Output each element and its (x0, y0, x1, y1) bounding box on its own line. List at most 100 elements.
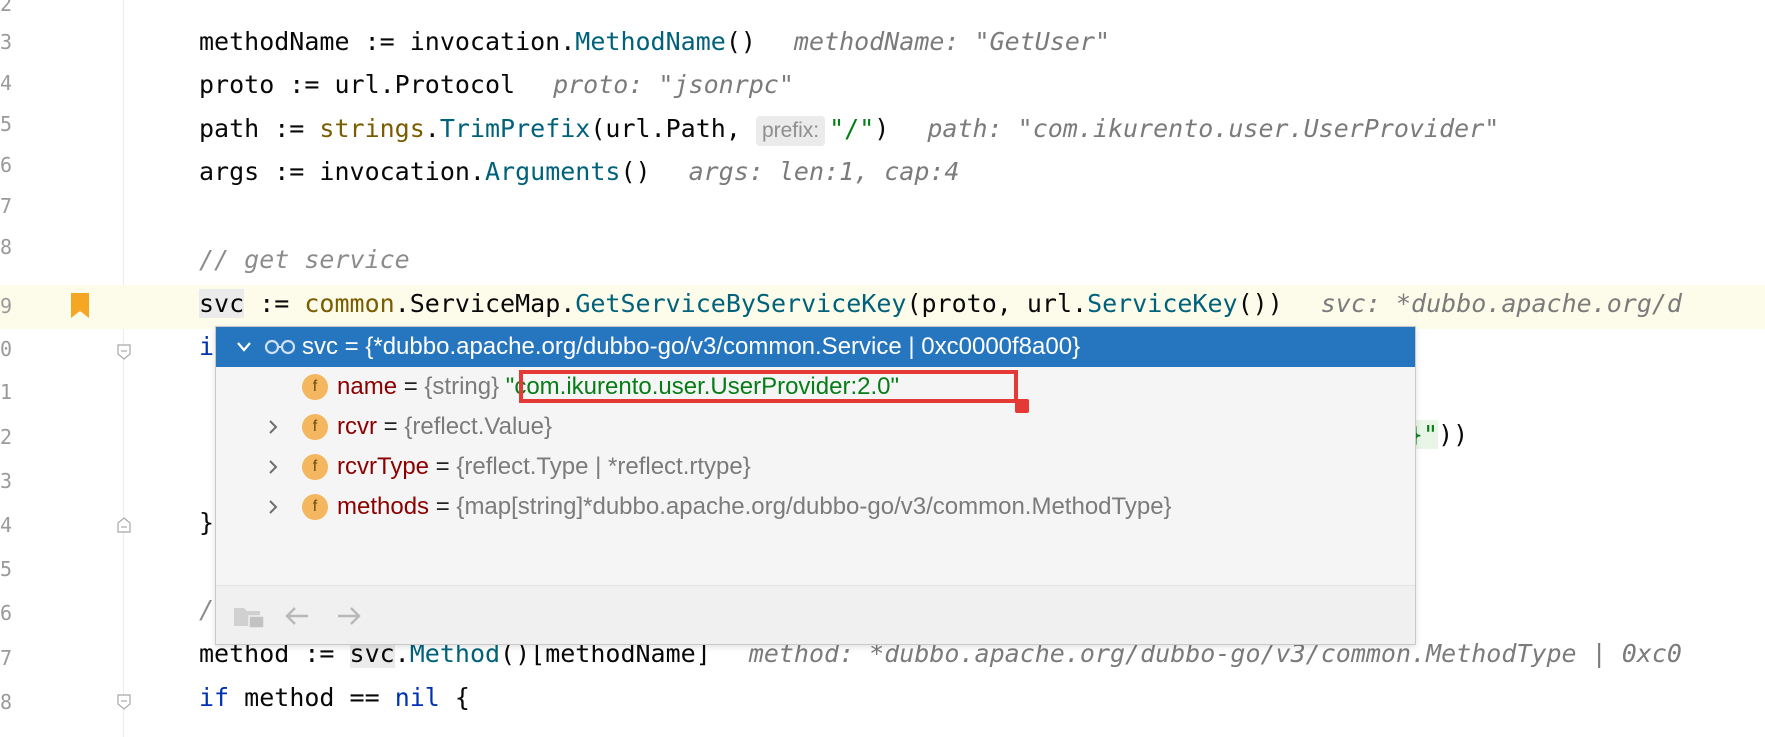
arrow-right-icon[interactable] (334, 602, 364, 630)
code-comment: / (199, 595, 215, 624)
field-row-methods[interactable]: f methods = {map[string]*dubbo.apache.or… (216, 487, 1415, 527)
code-line-current[interactable]: svc := common.ServiceMap.GetServiceBySer… (199, 289, 1682, 319)
code-keyword: i (199, 332, 215, 361)
code-keyword: if (199, 683, 230, 712)
bookmark-icon[interactable] (71, 293, 89, 318)
code-line[interactable]: methodName := invocation.MethodName() met… (199, 27, 1110, 57)
field-name: name (337, 373, 398, 400)
line-number: 4 (0, 71, 13, 95)
chevron-down-icon[interactable] (236, 340, 252, 354)
code-line[interactable]: args := invocation.Arguments() args: len:… (199, 157, 960, 187)
field-icon: f (302, 454, 328, 480)
field-icon: f (302, 414, 328, 440)
line-number: 6 (0, 153, 13, 177)
folder-window-icon[interactable] (232, 602, 266, 630)
code-line[interactable]: } (199, 508, 214, 538)
line-number: 1 (0, 380, 13, 404)
inline-debug-value: args: len:1, cap:4 (688, 157, 960, 186)
line-number: 4 (0, 513, 13, 537)
inline-debug-value: path: "com.ikurento.user.UserProvider" (927, 114, 1500, 143)
code-text: args := invocation. (199, 157, 485, 186)
code-function: Arguments (484, 157, 621, 186)
code-keyword: nil (394, 683, 440, 712)
field-type: {reflect.Type | *reflect.rtype} (456, 453, 751, 480)
line-number: 8 (0, 235, 13, 259)
line-number: 3 (0, 469, 13, 493)
code-line[interactable]: if method == nil { (199, 683, 470, 713)
code-line[interactable]: path := strings.TrimPrefix(url.Path, pre… (199, 114, 1499, 146)
line-number: 6 (0, 601, 13, 625)
code-text: () (725, 27, 756, 56)
field-icon: f (302, 374, 328, 400)
code-comment: // get service (199, 245, 410, 274)
field-icon: f (302, 494, 328, 520)
field-equals: = (397, 373, 425, 400)
field-type: {reflect.Value} (404, 413, 552, 440)
editor-gutter (0, 0, 124, 737)
code-line[interactable]: // get service (199, 245, 410, 275)
line-number: 7 (0, 646, 13, 670)
inline-debug-value: methodName: "GetUser" (793, 27, 1110, 56)
code-function: ServiceKey (1087, 289, 1238, 318)
fold-icon[interactable] (116, 517, 132, 533)
line-number: 8 (0, 690, 13, 714)
code-function: MethodName (575, 27, 726, 56)
code-text: { (439, 683, 470, 712)
inline-debug-value: svc: *dubbo.apache.org/d (1320, 289, 1682, 318)
code-function: TrimPrefix (439, 114, 591, 143)
field-equals: = (376, 413, 405, 440)
field-name: rcvrType (337, 453, 430, 480)
code-string: "/" (829, 114, 875, 143)
code-text: )) (1438, 420, 1469, 449)
field-type: {map[string]*dubbo.apache.org/dubbo-go/v… (456, 493, 1172, 520)
field-name: methods (337, 493, 430, 520)
line-number: 5 (0, 112, 13, 136)
line-number: 0 (0, 337, 13, 361)
field-name: rcvr (337, 413, 377, 440)
popup-header[interactable]: svc = {*dubbo.apache.org/dubbo-go/v3/com… (216, 327, 1415, 367)
code-text: path := (199, 114, 320, 143)
code-text: .ServiceMap. (394, 289, 576, 318)
arrow-left-icon[interactable] (282, 602, 312, 630)
code-package: strings (319, 114, 425, 143)
code-text: proto := url.Protocol (199, 70, 516, 99)
line-number: 7 (0, 194, 13, 218)
field-row-rcvr[interactable]: f rcvr = {reflect.Value} (216, 407, 1415, 447)
code-line[interactable]: / (199, 595, 214, 625)
fold-icon[interactable] (116, 344, 132, 360)
code-text: } (199, 508, 215, 537)
code-text: ) (874, 114, 890, 143)
highlight-annotation (519, 370, 1018, 403)
field-type: {string} (424, 373, 500, 400)
annotation-handle (1015, 399, 1029, 413)
code-function: GetServiceByServiceKey (575, 289, 907, 318)
line-number: 9 (0, 294, 13, 318)
code-text: (url.Path, (590, 114, 756, 143)
code-text: () (620, 157, 651, 186)
fold-icon[interactable] (116, 694, 132, 710)
chevron-right-icon[interactable] (266, 420, 280, 434)
code-variable: svc (199, 289, 245, 318)
field-row-rcvrtype[interactable]: f rcvrType = {reflect.Type | *reflect.rt… (216, 447, 1415, 487)
inline-debug-value: proto: "jsonrpc" (553, 70, 794, 99)
popup-toolbar (216, 585, 1415, 644)
line-number: 2 (0, 0, 13, 16)
code-text: . (424, 114, 440, 143)
code-text: methodName := invocation. (199, 27, 576, 56)
gutter-current-line (0, 285, 123, 329)
code-line[interactable]: i (199, 332, 214, 362)
field-equals: = (429, 493, 457, 520)
chevron-right-icon[interactable] (266, 500, 280, 514)
code-text: := (244, 289, 305, 318)
line-number: 2 (0, 425, 13, 449)
code-line[interactable]: proto := url.Protocol proto: "jsonrpc" (199, 70, 794, 100)
line-number: 5 (0, 557, 13, 581)
glasses-icon (264, 339, 296, 355)
code-text: (proto, url. (906, 289, 1088, 318)
code-text: ()) (1237, 289, 1283, 318)
line-number: 3 (0, 30, 13, 54)
code-line-tail[interactable]: }")) (1408, 420, 1468, 450)
parameter-hint: prefix: (755, 116, 826, 146)
code-package: common (304, 289, 395, 318)
chevron-right-icon[interactable] (266, 460, 280, 474)
